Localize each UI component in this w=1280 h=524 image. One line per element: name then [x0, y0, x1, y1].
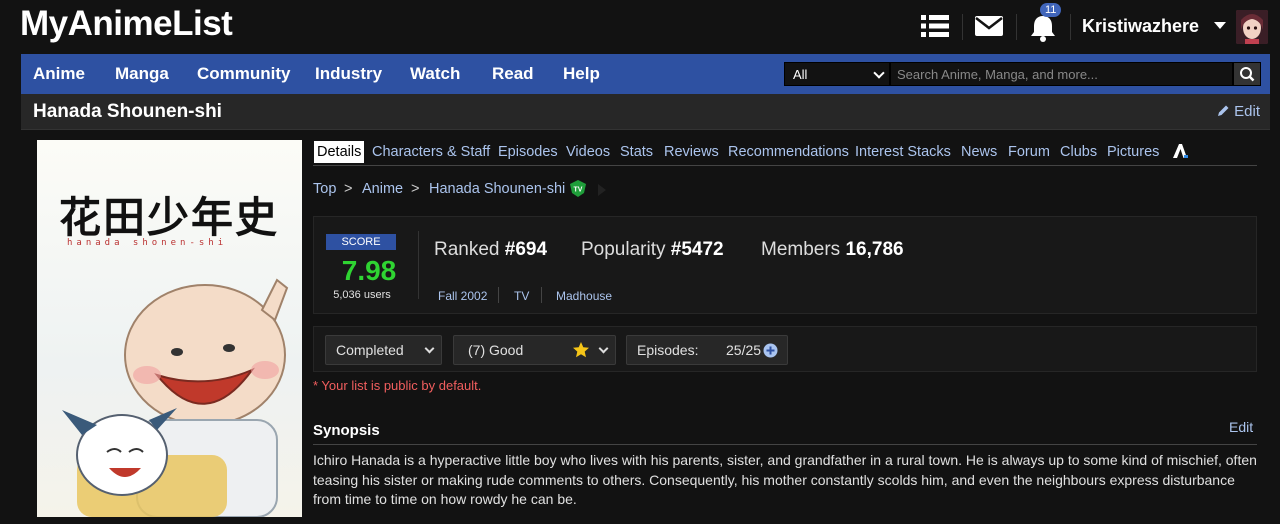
tab-reviews[interactable]: Reviews — [664, 144, 719, 160]
tab-recommendations[interactable]: Recommendations — [728, 144, 849, 160]
ranked-label: Ranked — [434, 239, 500, 260]
popularity-value: #5472 — [670, 239, 724, 260]
plus-circle-icon[interactable] — [763, 343, 778, 358]
tab-stats[interactable]: Stats — [620, 144, 653, 160]
status-value: Completed — [336, 342, 404, 358]
page-title: Hanada Shounen-shi — [33, 101, 222, 122]
username[interactable]: Kristiwazhere — [1082, 16, 1199, 37]
members-label: Members — [761, 239, 841, 260]
score-users: 5,036 users — [333, 289, 391, 301]
chevron-down-icon — [873, 67, 885, 79]
cover-image[interactable]: 花田少年史 hanada shonen-shi — [37, 140, 302, 517]
breadcrumb-top[interactable]: Top — [313, 181, 336, 197]
tab-episodes[interactable]: Episodes — [498, 144, 558, 160]
nav-industry[interactable]: Industry — [315, 64, 382, 84]
episodes-value[interactable]: 25/25 — [726, 342, 761, 358]
cover-illustration — [62, 278, 289, 517]
cover-subtitle: hanada shonen-shi — [67, 238, 228, 248]
popularity-stat: Popularity #5472 — [581, 239, 724, 261]
detail-tabs: Details Characters & Staff Episodes Vide… — [313, 140, 1257, 166]
search-scope-select[interactable]: All — [784, 62, 890, 86]
header-divider — [1070, 14, 1071, 40]
header-divider — [962, 14, 963, 40]
synopsis-edit-link[interactable]: Edit — [1229, 419, 1253, 435]
members-value: 16,786 — [845, 239, 904, 260]
type-link[interactable]: TV — [514, 289, 529, 303]
edit-label: Edit — [1234, 103, 1260, 120]
list-icon[interactable] — [920, 12, 950, 40]
search-button[interactable] — [1233, 62, 1261, 86]
breadcrumb-separator: > — [344, 181, 353, 197]
score-box: SCORE 7.98 5,036 users Ranked #694 Popul… — [313, 216, 1257, 314]
list-controls: Completed (7) Good Episodes: 25/25 — [313, 326, 1257, 372]
nav-help[interactable]: Help — [563, 64, 600, 84]
breadcrumb-current[interactable]: Hanada Shounen-shi — [429, 181, 565, 197]
nav-community[interactable]: Community — [197, 64, 291, 84]
tv-badge-label: TV — [574, 187, 583, 194]
episodes-label: Episodes: — [637, 342, 699, 358]
tab-interest-stacks[interactable]: Interest Stacks — [855, 144, 951, 160]
a-logo-icon[interactable] — [1171, 142, 1189, 160]
cover-title: 花田少年史 — [59, 193, 280, 242]
notification-badge: 11 — [1040, 3, 1062, 17]
episodes-control: Episodes: 25/25 — [626, 335, 788, 365]
tab-characters-staff[interactable]: Characters & Staff — [372, 144, 490, 160]
nav-anime[interactable]: Anime — [33, 64, 85, 84]
studio-link[interactable]: Madhouse — [556, 289, 612, 303]
breadcrumb-separator: > — [411, 181, 420, 197]
tab-details[interactable]: Details — [314, 141, 365, 163]
triangle-right-icon[interactable] — [598, 184, 606, 196]
meta-divider — [541, 287, 542, 303]
tab-forum[interactable]: Forum — [1008, 144, 1050, 160]
ranked-value: #694 — [504, 239, 548, 260]
nav-read[interactable]: Read — [492, 64, 534, 84]
rating-select[interactable]: (7) Good — [453, 335, 616, 365]
header-divider — [1016, 14, 1017, 40]
ranked-stat: Ranked #694 — [434, 239, 547, 261]
search-scope-value: All — [793, 67, 808, 82]
search-input[interactable]: Search Anime, Manga, and more... — [890, 62, 1233, 86]
season-link[interactable]: Fall 2002 — [438, 289, 487, 303]
avatar[interactable] — [1236, 10, 1268, 44]
tab-videos[interactable]: Videos — [566, 144, 610, 160]
pencil-icon — [1217, 105, 1229, 116]
list-public-note: * Your list is public by default. — [313, 378, 482, 393]
bell-icon[interactable] — [1028, 14, 1058, 42]
chevron-down-icon — [424, 343, 435, 354]
score-divider — [418, 231, 419, 299]
mail-icon[interactable] — [974, 12, 1004, 40]
chevron-down-icon — [598, 343, 609, 354]
tab-clubs[interactable]: Clubs — [1060, 144, 1097, 160]
rating-value: (7) Good — [468, 342, 524, 358]
score-value[interactable]: 7.98 — [328, 255, 410, 287]
popularity-label: Popularity — [581, 239, 666, 260]
nav-watch[interactable]: Watch — [410, 64, 460, 84]
title-bar: Hanada Shounen-shi Edit — [21, 94, 1270, 130]
synopsis-heading: Synopsis — [313, 422, 380, 439]
meta-divider — [498, 287, 499, 303]
status-select[interactable]: Completed — [325, 335, 442, 365]
edit-title-link[interactable]: Edit — [1216, 103, 1260, 120]
caret-down-icon[interactable] — [1214, 22, 1226, 29]
search-icon — [1240, 67, 1255, 82]
synopsis-text: Ichiro Hanada is a hyperactive little bo… — [313, 452, 1257, 507]
tab-news[interactable]: News — [961, 144, 997, 160]
main-nav: Anime Manga Community Industry Watch Rea… — [21, 54, 1270, 94]
star-icon — [573, 342, 589, 358]
tab-pictures[interactable]: Pictures — [1107, 144, 1159, 160]
synopsis-divider — [313, 444, 1257, 445]
breadcrumb-anime[interactable]: Anime — [362, 181, 403, 197]
nav-manga[interactable]: Manga — [115, 64, 169, 84]
members-stat: Members 16,786 — [761, 239, 904, 261]
score-label: SCORE — [326, 234, 396, 250]
tv-badge-icon: TV — [570, 180, 586, 197]
site-logo[interactable]: MyAnimeList — [20, 4, 233, 44]
